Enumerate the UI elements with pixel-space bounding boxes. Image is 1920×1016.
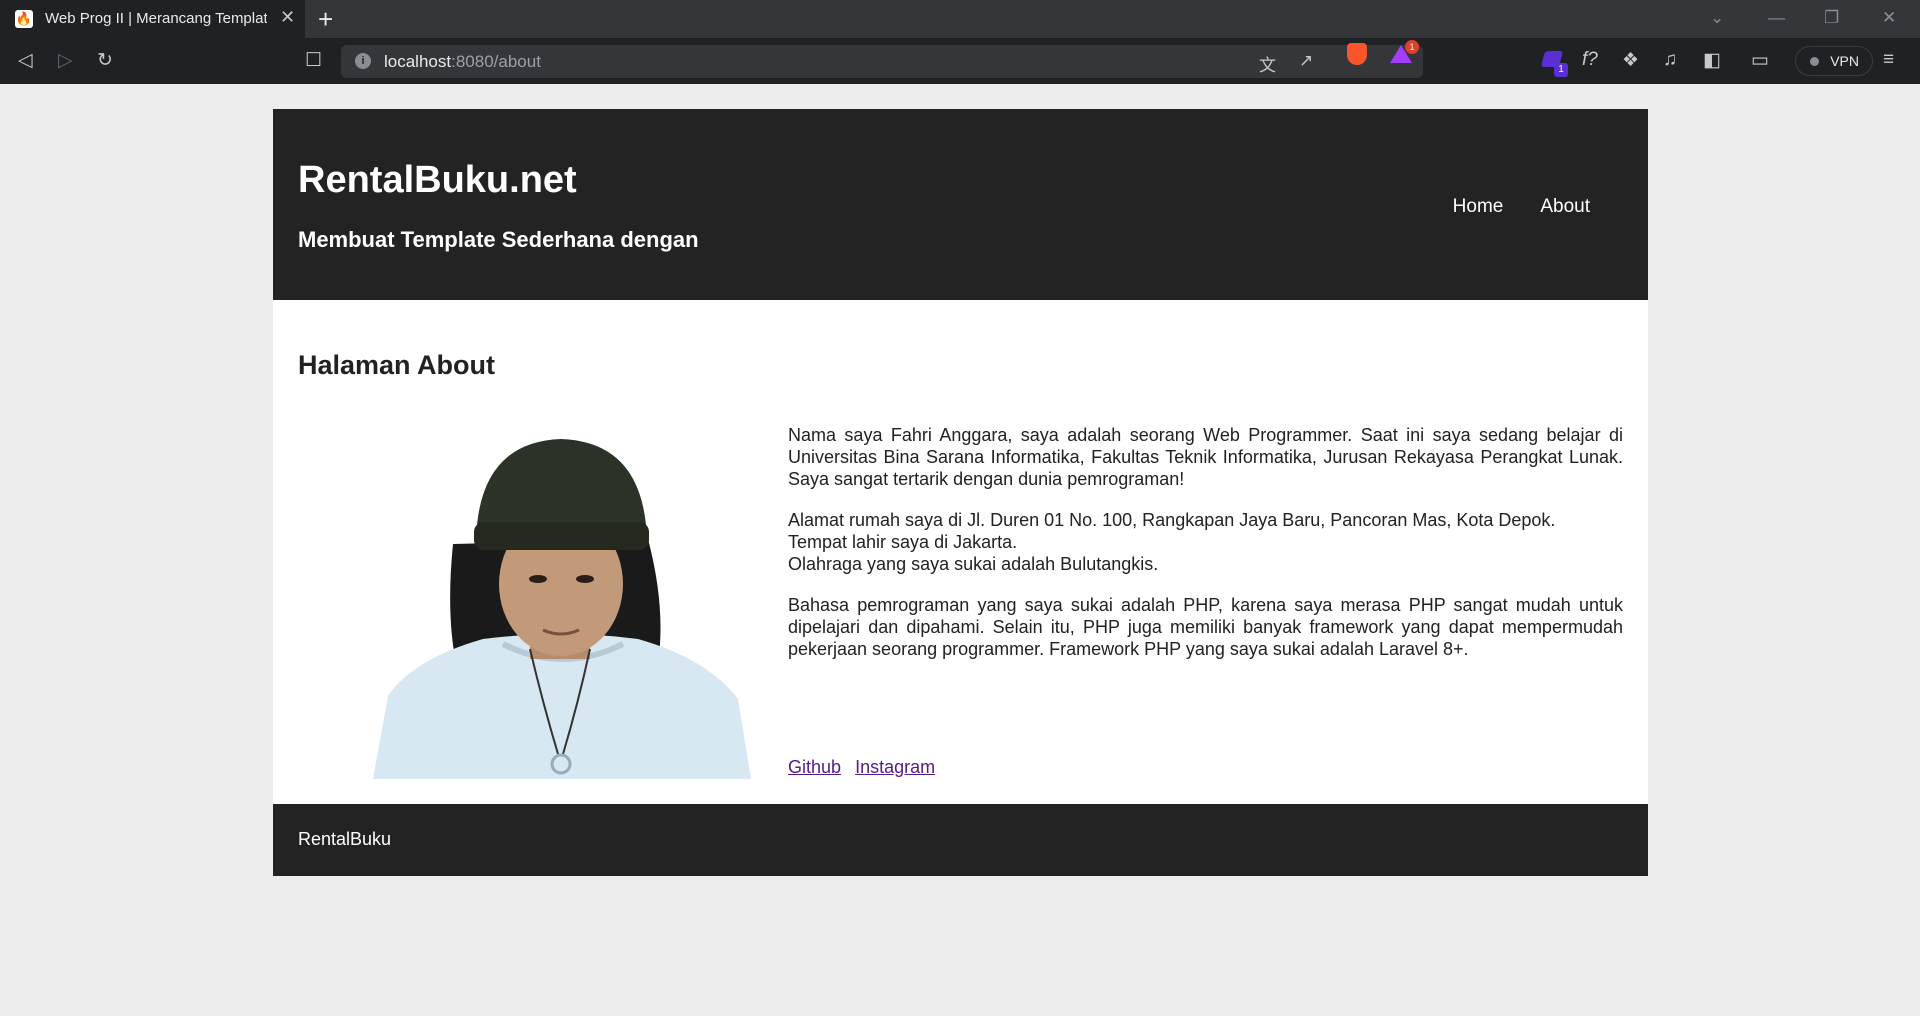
bookmark-icon[interactable]: ☐ <box>305 49 322 72</box>
vpn-button[interactable]: VPN <box>1795 46 1873 76</box>
tab-title: Web Prog II | Merancang Templat <box>45 10 267 27</box>
main-nav: Home About <box>1453 196 1590 218</box>
vpn-status-dot-icon <box>1810 57 1819 66</box>
url-host: localhost <box>384 52 452 71</box>
instagram-link[interactable]: Instagram <box>855 757 935 777</box>
wallet-icon[interactable]: ▭ <box>1751 49 1769 72</box>
profile-photo <box>373 439 751 779</box>
sidebar-icon[interactable]: ◧ <box>1703 49 1721 72</box>
reload-icon[interactable]: ↻ <box>97 49 113 72</box>
new-tab-icon[interactable]: + <box>318 4 333 35</box>
site-subtitle: Membuat Template Sederhana dengan <box>298 227 699 252</box>
address-bar[interactable]: i localhost:8080/about 文 ↗ <box>341 45 1423 78</box>
vpn-label: VPN <box>1830 53 1859 69</box>
tab-search-chevron-icon[interactable]: ⌄ <box>1710 8 1724 28</box>
minimize-icon[interactable]: — <box>1768 8 1785 28</box>
page-heading: Halaman About <box>298 350 496 380</box>
translate-icon[interactable]: 文 <box>1259 51 1276 76</box>
tab-close-icon[interactable]: ✕ <box>280 7 295 28</box>
site-info-icon[interactable]: i <box>355 53 371 69</box>
github-link[interactable]: Github <box>788 757 841 777</box>
about-paragraph-personal: Alamat rumah saya di Jl. Duren 01 No. 10… <box>788 509 1623 575</box>
nav-about-link[interactable]: About <box>1540 196 1590 218</box>
extensions-puzzle-icon[interactable]: ❖ <box>1622 49 1639 72</box>
media-music-icon[interactable]: ♫ <box>1663 49 1677 71</box>
nav-home-link[interactable]: Home <box>1453 196 1504 218</box>
site-footer: RentalBuku <box>273 804 1648 876</box>
about-paragraph-php: Bahasa pemrograman yang saya sukai adala… <box>788 595 1623 659</box>
main-content: Halaman About Nama saya Fahri Anggara, s… <box>273 300 1648 804</box>
site-header: RentalBuku.net Membuat Template Sederhan… <box>273 109 1648 300</box>
url-text[interactable]: localhost:8080/about <box>384 52 541 72</box>
close-window-icon[interactable]: ✕ <box>1882 8 1896 28</box>
brave-shields-icon[interactable] <box>1347 43 1367 65</box>
about-text: Nama saya Fahri Anggara, saya adalah seo… <box>788 424 1623 679</box>
birthplace-line: Tempat lahir saya di Jakarta. <box>788 532 1018 552</box>
leo-badge: 1 <box>1554 63 1568 77</box>
url-path: :8080/about <box>451 52 541 71</box>
address-line: Alamat rumah saya di Jl. Duren 01 No. 10… <box>788 510 1556 530</box>
social-links: Github Instagram <box>788 757 944 778</box>
browser-tab[interactable]: 🔥 Web Prog II | Merancang Templat ✕ <box>0 0 305 38</box>
formula-extension-icon[interactable]: f? <box>1582 49 1598 71</box>
site-container: RentalBuku.net Membuat Template Sederhan… <box>273 109 1648 876</box>
browser-tab-bar: 🔥 Web Prog II | Merancang Templat ✕ + ⌄ … <box>0 0 1920 38</box>
flame-favicon-icon: 🔥 <box>15 10 33 28</box>
restore-icon[interactable]: ❐ <box>1824 8 1839 28</box>
back-icon[interactable]: ◁ <box>18 49 33 72</box>
forward-icon[interactable]: ▷ <box>58 49 73 72</box>
site-title: RentalBuku.net <box>298 159 577 201</box>
browser-toolbar: ◁ ▷ ↻ ☐ i localhost:8080/about 文 ↗ 1 1 f… <box>0 38 1920 84</box>
sport-line: Olahraga yang saya sukai adalah Bulutang… <box>788 554 1159 574</box>
rewards-badge: 1 <box>1405 40 1419 54</box>
menu-hamburger-icon[interactable]: ≡ <box>1883 49 1894 71</box>
footer-text: RentalBuku <box>298 829 392 849</box>
about-paragraph-intro: Nama saya Fahri Anggara, saya adalah seo… <box>788 425 1623 489</box>
share-icon[interactable]: ↗ <box>1299 51 1313 71</box>
